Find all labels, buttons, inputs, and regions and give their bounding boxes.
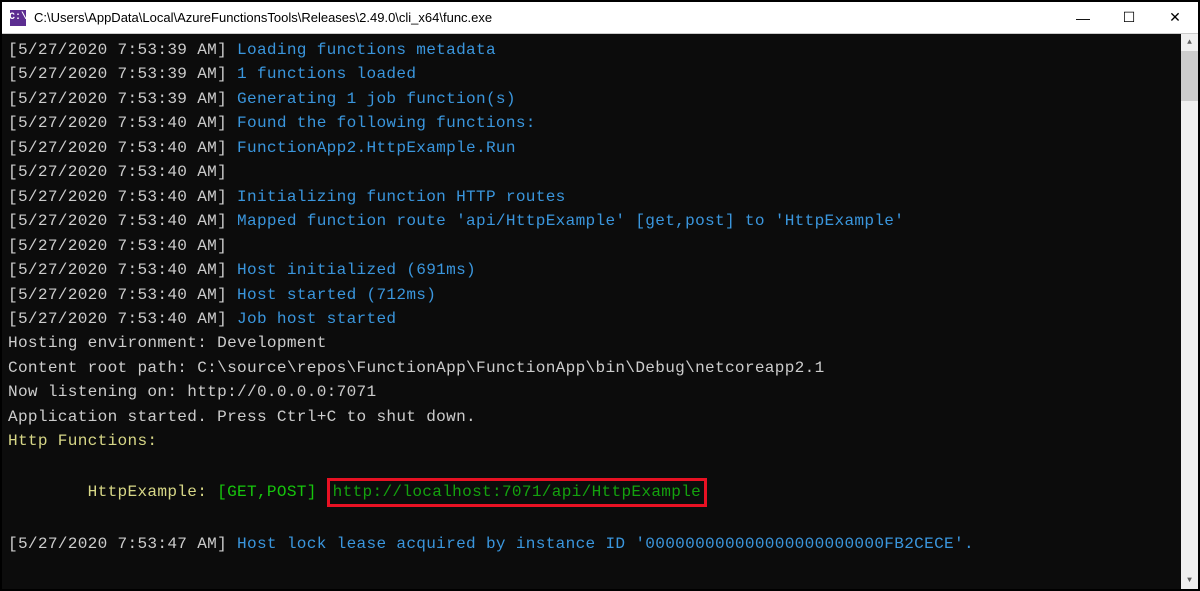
timestamp: [5/27/2020 7:53:40 AM] [8,286,237,304]
blank-line [8,507,1175,531]
minimize-button[interactable]: — [1060,2,1106,33]
timestamp: [5/27/2020 7:53:39 AM] [8,90,237,108]
scroll-down-icon[interactable]: ▼ [1181,572,1198,589]
timestamp: [5/27/2020 7:53:40 AM] [8,212,237,230]
close-button[interactable]: ✕ [1152,2,1198,33]
log-message: FunctionApp2.HttpExample.Run [237,139,516,157]
timestamp: [5/27/2020 7:53:39 AM] [8,41,237,59]
maximize-button[interactable]: ☐ [1106,2,1152,33]
vertical-scrollbar[interactable]: ▲ ▼ [1181,34,1198,589]
http-function-line: HttpExample: [GET,POST] http://localhost… [8,478,1175,507]
timestamp: [5/27/2020 7:53:40 AM] [8,310,237,328]
log-message: Content root path: C:\source\repos\Funct… [8,359,825,377]
log-message: Job host started [237,310,396,328]
scroll-thumb[interactable] [1181,51,1198,101]
log-message: Hosting environment: Development [8,334,327,352]
timestamp: [5/27/2020 7:53:40 AM] [8,139,237,157]
log-line: [5/27/2020 7:53:40 AM] Found the followi… [8,111,1175,135]
log-message: Host started (712ms) [237,286,436,304]
app-icon: C:\ [10,10,26,26]
log-line: [5/27/2020 7:53:40 AM] Host started (712… [8,283,1175,307]
timestamp: [5/27/2020 7:53:40 AM] [8,163,237,181]
timestamp: [5/27/2020 7:53:39 AM] [8,65,237,83]
log-line: [5/27/2020 7:53:40 AM] Job host started [8,307,1175,331]
function-url[interactable]: http://localhost:7071/api/HttpExample [333,483,701,501]
window-controls: — ☐ ✕ [1060,2,1198,33]
titlebar-left: C:\ C:\Users\AppData\Local\AzureFunction… [2,10,492,26]
log-message: Generating 1 job function(s) [237,90,516,108]
timestamp: [5/27/2020 7:53:40 AM] [8,261,237,279]
log-line: [5/27/2020 7:53:39 AM] Loading functions… [8,38,1175,62]
log-message: 1 functions loaded [237,65,416,83]
timestamp: [5/27/2020 7:53:47 AM] [8,535,237,553]
log-line: Application started. Press Ctrl+C to shu… [8,405,1175,429]
console-wrapper: [5/27/2020 7:53:39 AM] Loading functions… [2,34,1198,589]
log-message: Mapped function route 'api/HttpExample' … [237,212,904,230]
log-line: [5/27/2020 7:53:39 AM] Generating 1 job … [8,87,1175,111]
log-line: [5/27/2020 7:53:40 AM] [8,160,1175,184]
scroll-up-icon[interactable]: ▲ [1181,34,1198,51]
timestamp: [5/27/2020 7:53:40 AM] [8,188,237,206]
log-message: Host initialized (691ms) [237,261,476,279]
log-line: [5/27/2020 7:53:40 AM] FunctionApp2.Http… [8,136,1175,160]
log-message: Now listening on: http://0.0.0.0:7071 [8,383,376,401]
log-line: [5/27/2020 7:53:40 AM] [8,234,1175,258]
log-line: [5/27/2020 7:53:40 AM] Initializing func… [8,185,1175,209]
log-message: Application started. Press Ctrl+C to shu… [8,408,476,426]
section-header: Http Functions: [8,429,1175,453]
log-message: Found the following functions: [237,114,536,132]
log-message: Initializing function HTTP routes [237,188,566,206]
console-output[interactable]: [5/27/2020 7:53:39 AM] Loading functions… [2,34,1181,589]
timestamp: [5/27/2020 7:53:40 AM] [8,237,237,255]
function-methods: [GET,POST] [217,483,327,501]
log-line: Now listening on: http://0.0.0.0:7071 [8,380,1175,404]
timestamp: [5/27/2020 7:53:40 AM] [8,114,237,132]
log-line: [5/27/2020 7:53:40 AM] Mapped function r… [8,209,1175,233]
highlighted-url-box: http://localhost:7071/api/HttpExample [327,478,707,507]
titlebar: C:\ C:\Users\AppData\Local\AzureFunction… [2,2,1198,34]
log-line: [5/27/2020 7:53:39 AM] 1 functions loade… [8,62,1175,86]
log-message: Host lock lease acquired by instance ID … [237,535,974,553]
log-message: Loading functions metadata [237,41,496,59]
blank-line [8,454,1175,478]
log-line: [5/27/2020 7:53:47 AM] Host lock lease a… [8,532,1175,556]
log-line: Hosting environment: Development [8,331,1175,355]
window-title: C:\Users\AppData\Local\AzureFunctionsToo… [34,10,492,25]
log-line: [5/27/2020 7:53:40 AM] Host initialized … [8,258,1175,282]
indent [8,483,88,501]
log-line: Content root path: C:\source\repos\Funct… [8,356,1175,380]
terminal-window: C:\ C:\Users\AppData\Local\AzureFunction… [2,2,1198,589]
function-name: HttpExample: [88,483,217,501]
